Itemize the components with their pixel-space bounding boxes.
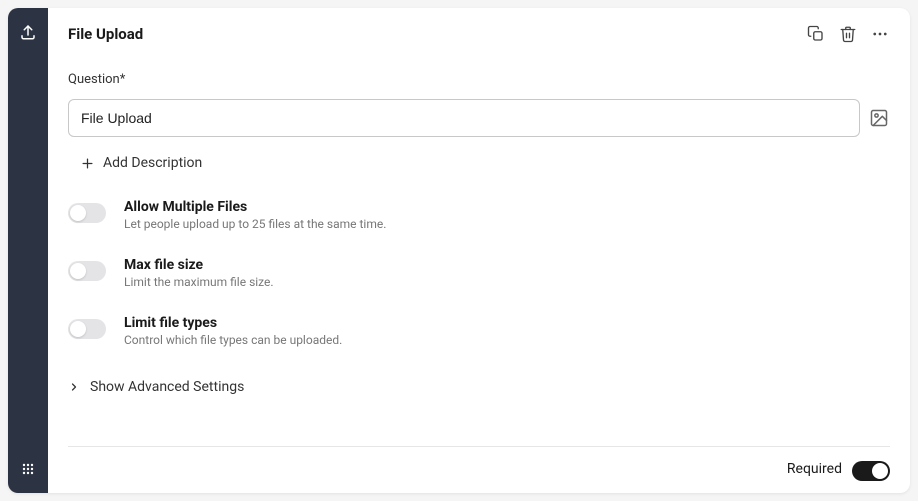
duplicate-button[interactable] xyxy=(806,24,826,44)
more-button[interactable] xyxy=(870,24,890,44)
allow-multiple-text: Allow Multiple Files Let people upload u… xyxy=(124,199,386,231)
max-size-toggle[interactable] xyxy=(68,261,106,281)
allow-multiple-option: Allow Multiple Files Let people upload u… xyxy=(68,199,890,231)
limit-types-text: Limit file types Control which file type… xyxy=(124,315,342,347)
required-label: Required xyxy=(787,461,842,477)
limit-types-option: Limit file types Control which file type… xyxy=(68,315,890,347)
card-sidebar xyxy=(8,8,48,493)
footer-row: Required xyxy=(68,447,890,481)
show-advanced-button[interactable]: Show Advanced Settings xyxy=(68,373,890,409)
show-advanced-label: Show Advanced Settings xyxy=(90,379,244,395)
add-description-label: Add Description xyxy=(103,155,202,171)
required-toggle[interactable] xyxy=(852,461,890,481)
limit-types-title: Limit file types xyxy=(124,315,342,331)
image-button[interactable] xyxy=(868,107,890,129)
max-size-subtitle: Limit the maximum file size. xyxy=(124,275,274,289)
allow-multiple-title: Allow Multiple Files xyxy=(124,199,386,215)
max-size-title: Max file size xyxy=(124,257,274,273)
card-title: File Upload xyxy=(68,25,143,43)
upload-icon xyxy=(16,20,40,44)
header-row: File Upload xyxy=(68,24,890,44)
plus-icon xyxy=(80,156,95,171)
question-input[interactable] xyxy=(68,99,860,137)
limit-types-toggle[interactable] xyxy=(68,319,106,339)
max-size-text: Max file size Limit the maximum file siz… xyxy=(124,257,274,289)
drag-handle-icon[interactable] xyxy=(16,457,40,481)
add-description-button[interactable]: Add Description xyxy=(68,151,890,199)
card-content: File Upload xyxy=(48,8,910,493)
allow-multiple-toggle[interactable] xyxy=(68,203,106,223)
delete-button[interactable] xyxy=(838,24,858,44)
question-label: Question* xyxy=(68,72,890,87)
file-upload-card: File Upload xyxy=(8,8,910,493)
question-input-row xyxy=(68,99,890,137)
limit-types-subtitle: Control which file types can be uploaded… xyxy=(124,333,342,347)
chevron-right-icon xyxy=(68,381,80,393)
max-size-option: Max file size Limit the maximum file siz… xyxy=(68,257,890,289)
header-actions xyxy=(806,24,890,44)
allow-multiple-subtitle: Let people upload up to 25 files at the … xyxy=(124,217,386,231)
